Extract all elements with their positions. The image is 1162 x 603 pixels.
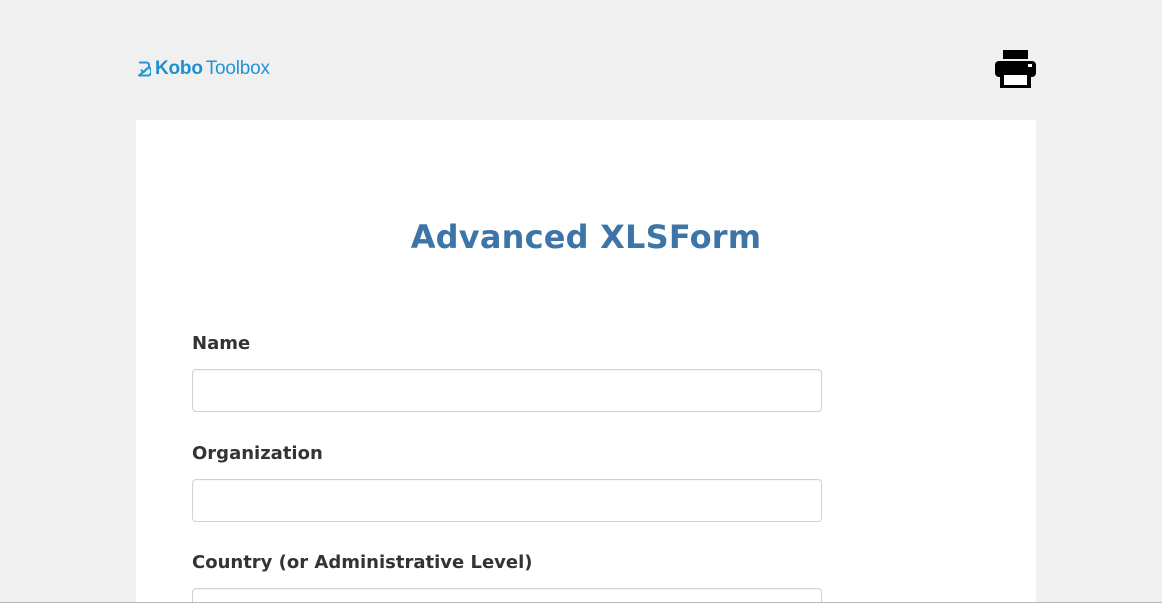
organization-input[interactable]: [192, 479, 822, 522]
kobo-logo-icon: [138, 61, 151, 77]
name-label: Name: [192, 333, 251, 354]
logo-text-toolbox: Toolbox: [205, 58, 270, 79]
organization-label: Organization: [192, 443, 323, 464]
print-button[interactable]: [993, 46, 1038, 91]
page: Kobo Toolbox Advanced XLSForm Name Organi…: [0, 0, 1162, 603]
country-label: Country (or Administrative Level): [192, 552, 533, 573]
form-card: Advanced XLSForm Name Organization Count…: [136, 120, 1036, 603]
header: Kobo Toolbox: [0, 0, 1162, 120]
country-input[interactable]: [192, 588, 822, 603]
name-input[interactable]: [192, 369, 822, 412]
print-icon: [995, 49, 1036, 88]
logo-text-kobo: Kobo: [155, 58, 203, 79]
kobotoolbox-logo[interactable]: Kobo Toolbox: [136, 57, 270, 81]
form-title: Advanced XLSForm: [410, 218, 762, 256]
